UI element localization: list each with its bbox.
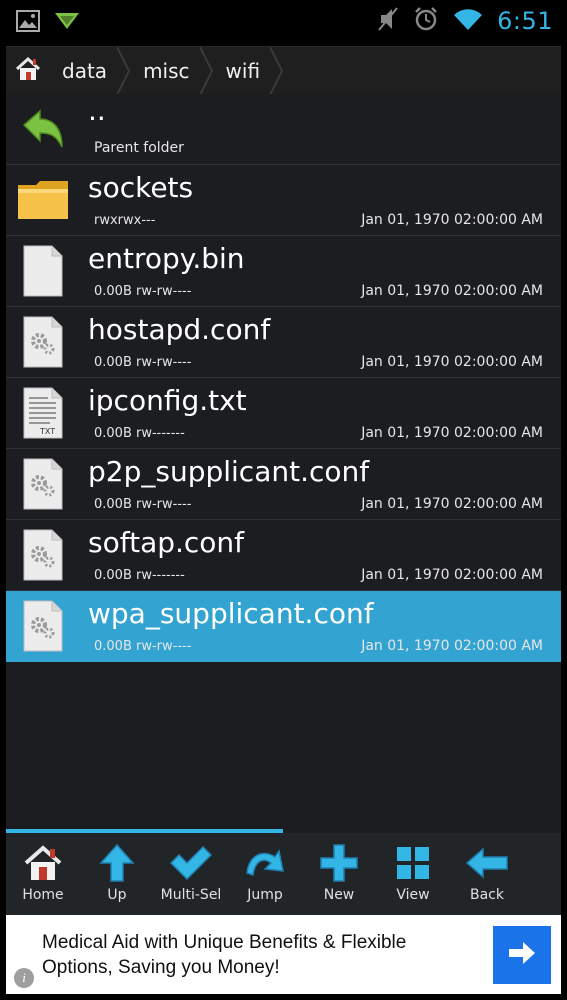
toolbar-label: Up (107, 887, 127, 903)
download-notification-icon (54, 11, 80, 35)
file-subtitle: Parent folder (94, 140, 184, 156)
text-file-icon: TXT (16, 386, 70, 440)
file-date: Jan 01, 1970 02:00:00 AM (361, 354, 543, 370)
checkmark-icon (168, 843, 214, 883)
gallery-notification-icon (16, 10, 40, 36)
toolbar-label: Multi-Sel (160, 887, 222, 903)
breadcrumb-separator (117, 47, 131, 95)
config-file-icon (16, 457, 70, 511)
wifi-icon (453, 7, 483, 35)
file-meta: 0.00B rw------- (94, 568, 185, 583)
breadcrumb-item-label: wifi (225, 58, 261, 83)
breadcrumb-item-data[interactable]: data (50, 47, 117, 94)
file-row[interactable]: sockets rwxrwx--- Jan 01, 1970 02:00:00 AM (6, 165, 561, 236)
toolbar-label: Back (470, 887, 504, 903)
file-name: .. (88, 94, 106, 127)
breadcrumb-separator (270, 47, 284, 95)
mute-icon (377, 6, 399, 36)
file-name: ipconfig.txt (88, 384, 247, 417)
toolbar-jump-button[interactable]: Jump (228, 833, 302, 915)
file-date: Jan 01, 1970 02:00:00 AM (361, 496, 543, 512)
back-arrow-icon (464, 843, 510, 883)
file-row[interactable]: p2p_supplicant.conf 0.00B rw-rw---- Jan 01… (6, 449, 561, 520)
ad-info-icon[interactable]: i (14, 968, 34, 988)
breadcrumb-item-label: misc (143, 58, 190, 83)
toolbar-multi-sel-button[interactable]: Multi-Sel (154, 833, 228, 915)
toolbar-label: View (396, 887, 430, 903)
file-name: wpa_supplicant.conf (88, 597, 374, 630)
config-file-icon (16, 599, 70, 653)
breadcrumb: data misc wifi (6, 46, 561, 95)
file-row[interactable]: hostapd.conf 0.00B rw-rw---- Jan 01, 1970 … (6, 307, 561, 378)
jump-arrow-icon (242, 843, 288, 883)
up-arrow-icon (94, 843, 140, 883)
file-date: Jan 01, 1970 02:00:00 AM (361, 425, 543, 441)
file-meta: 0.00B rw------- (94, 426, 185, 441)
file-date: Jan 01, 1970 02:00:00 AM (361, 638, 543, 654)
toolbar-up-button[interactable]: Up (80, 833, 154, 915)
ad-open-button[interactable] (493, 926, 551, 984)
folder-icon (16, 173, 70, 227)
alarm-icon (413, 6, 439, 36)
file-row[interactable]: wpa_supplicant.conf 0.00B rw-rw---- Jan 01… (6, 591, 561, 662)
breadcrumb-item-wifi[interactable]: wifi (214, 47, 271, 94)
bottom-toolbar: Home Up Multi-Sel Jump New View Back (6, 833, 561, 915)
back-arrow-icon (16, 102, 70, 156)
file-meta: 0.00B rw-rw---- (94, 284, 192, 299)
home-icon (20, 843, 66, 883)
breadcrumb-separator (199, 47, 214, 95)
blank-file-icon (16, 244, 70, 298)
config-file-icon (16, 315, 70, 369)
file-meta: 0.00B rw-rw---- (94, 355, 192, 370)
file-row[interactable]: TXT ipconfig.txt 0.00B rw------- Jan 01, 19… (6, 378, 561, 449)
clock: 6:51 (497, 7, 553, 35)
ad-text: Medical Aid with Unique Benefits & Flexi… (42, 932, 407, 978)
file-date: Jan 01, 1970 02:00:00 AM (361, 283, 543, 299)
file-name: sockets (88, 171, 194, 204)
toolbar-new-button[interactable]: New (302, 833, 376, 915)
grid-view-icon (390, 843, 436, 883)
file-name: entropy.bin (88, 242, 245, 275)
home-icon (14, 55, 42, 87)
file-date: Jan 01, 1970 02:00:00 AM (361, 212, 543, 228)
file-meta: rwxrwx--- (94, 213, 156, 228)
file-name: softap.conf (88, 526, 245, 559)
toolbar-label: Jump (247, 887, 283, 903)
txt-badge: TXT (40, 427, 56, 436)
file-date: Jan 01, 1970 02:00:00 AM (361, 567, 543, 583)
breadcrumb-item-misc[interactable]: misc (131, 47, 199, 94)
toolbar-label: New (323, 887, 355, 903)
ad-banner[interactable]: Medical Aid with Unique Benefits & Flexi… (6, 915, 561, 994)
toolbar-home-button[interactable]: Home (6, 833, 80, 915)
parent-folder-row[interactable]: .. Parent folder (6, 94, 561, 165)
breadcrumb-home[interactable] (6, 47, 50, 94)
breadcrumb-item-label: data (62, 58, 108, 83)
file-name: p2p_supplicant.conf (88, 455, 370, 488)
file-row[interactable]: entropy.bin 0.00B rw-rw---- Jan 01, 1970 0… (6, 236, 561, 307)
file-meta: 0.00B rw-rw---- (94, 639, 192, 654)
toolbar-view-button[interactable]: View (376, 833, 450, 915)
file-list: .. Parent folder sockets rwxrwx--- Jan 01, 1… (6, 94, 561, 830)
file-name: hostapd.conf (88, 313, 271, 346)
toolbar-back-button[interactable]: Back (450, 833, 524, 915)
arrow-right-icon (507, 940, 537, 970)
file-meta: 0.00B rw-rw---- (94, 497, 192, 512)
config-file-icon (16, 528, 70, 582)
plus-icon (316, 843, 362, 883)
status-bar: 6:51 (0, 0, 567, 46)
file-row[interactable]: softap.conf 0.00B rw------- Jan 01, 1970 0… (6, 520, 561, 591)
toolbar-label: Home (22, 887, 64, 903)
